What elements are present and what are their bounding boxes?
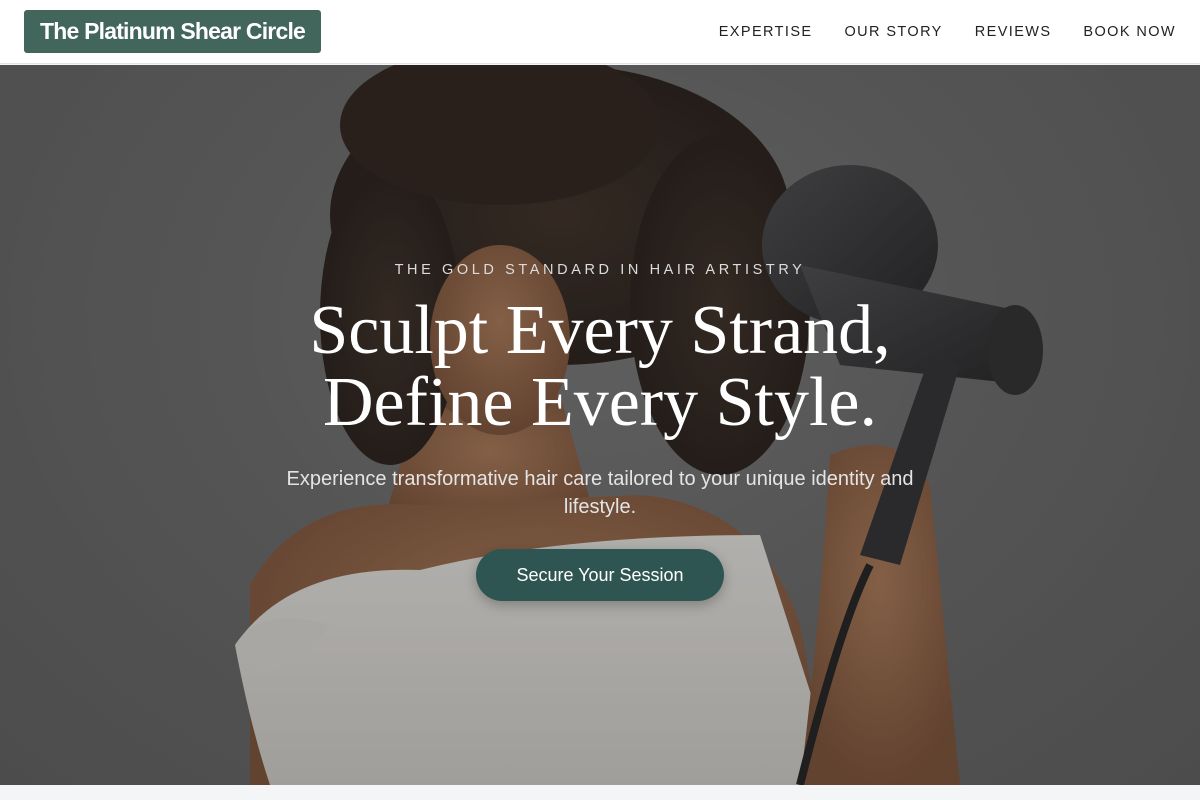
headline-line-1: Sculpt Every Strand, (309, 292, 891, 369)
nav-link-book-now[interactable]: BOOK NOW (1083, 24, 1176, 40)
nav-link-reviews[interactable]: REVIEWS (975, 24, 1052, 40)
hero-eyebrow: THE GOLD STANDARD IN HAIR ARTISTRY (394, 262, 806, 278)
hero-section: THE GOLD STANDARD IN HAIR ARTISTRY Sculp… (0, 65, 1200, 785)
next-section-edge (0, 785, 1200, 800)
secure-session-button[interactable]: Secure Your Session (476, 549, 724, 601)
headline-line-2: Define Every Style. (323, 364, 877, 441)
site-header: The Platinum Shear Circle EXPERTISE OUR … (0, 0, 1200, 64)
main-nav: EXPERTISE OUR STORY REVIEWS BOOK NOW (719, 0, 1176, 64)
hero-headline: Sculpt Every Strand, Define Every Style. (0, 295, 1200, 439)
nav-link-our-story[interactable]: OUR STORY (844, 24, 942, 40)
hero-subtext: Experience transformative hair care tail… (286, 468, 914, 518)
brand-logo[interactable]: The Platinum Shear Circle (24, 10, 322, 53)
nav-link-expertise[interactable]: EXPERTISE (719, 24, 813, 40)
hero-content: THE GOLD STANDARD IN HAIR ARTISTRY Sculp… (0, 65, 1200, 785)
